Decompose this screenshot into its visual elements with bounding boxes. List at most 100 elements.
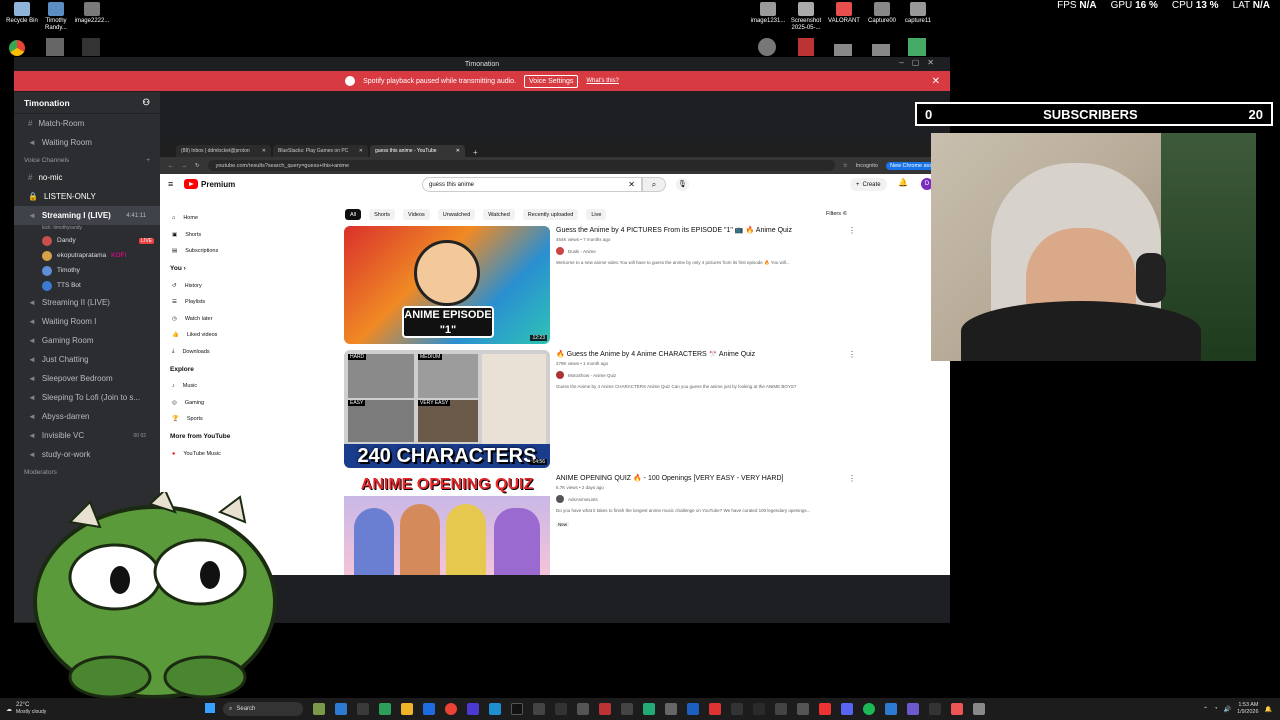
taskbar-app-icon[interactable] [555, 703, 567, 715]
taskbar-app-icon[interactable] [753, 703, 765, 715]
spotify-icon[interactable] [863, 703, 875, 715]
reload-icon[interactable]: ↻ [195, 163, 200, 169]
sidebar-item-youtube-music[interactable]: ● YouTube Music [168, 446, 258, 463]
more-options-icon[interactable]: ⋮ [848, 226, 856, 235]
voice-category[interactable]: Voice Channels + [14, 152, 160, 168]
channel-item[interactable]: ◄ Waiting Room [14, 133, 160, 152]
desktop-app-icon[interactable] [82, 38, 100, 56]
taskbar-app-icon[interactable] [951, 703, 963, 715]
sidebar-item-history[interactable]: ↺ History [168, 278, 258, 295]
channel-item[interactable]: ◄ Invisible VC 00 02 [14, 426, 160, 445]
taskbar-search[interactable]: ⌕ Search [223, 702, 303, 716]
taskbar-app-icon[interactable] [665, 703, 677, 715]
video-result[interactable]: ANIME OPENING QUIZ ANIME OPENING QUIZ 🔥 … [344, 474, 856, 575]
taskbar-app-icon[interactable] [885, 703, 897, 715]
voice-settings-button[interactable]: Voice Settings [524, 74, 579, 88]
chevron-up-icon[interactable]: ⌃ [1203, 706, 1208, 713]
channel-item[interactable]: # no-mic [14, 168, 160, 187]
chrome-icon[interactable] [9, 40, 25, 56]
sidebar-item-watch-later[interactable]: ◷ Watch later [168, 311, 258, 328]
valorant-icon[interactable]: VALORANT [824, 2, 864, 25]
chip-recently-uploaded[interactable]: Recently uploaded [522, 209, 579, 220]
chip-watched[interactable]: Watched [483, 209, 515, 220]
weather-widget[interactable]: ☁ 22°C Mostly cloudy [0, 702, 150, 716]
channel-item[interactable]: ◄ Abyss-darren [14, 407, 160, 426]
taskbar-app-icon[interactable] [907, 703, 919, 715]
desktop-image-icon[interactable] [834, 44, 852, 56]
search-button[interactable]: ⌕ [642, 177, 666, 192]
sidebar-you-header[interactable]: You › [168, 260, 258, 278]
video-thumbnail[interactable]: ANIME EPISODE "1" 12:23 [344, 226, 550, 344]
video-title[interactable]: ANIME OPENING QUIZ 🔥 - 100 Openings [VER… [556, 474, 846, 483]
window-controls[interactable]: –▢✕ [899, 58, 942, 67]
browser-tab[interactable]: BlueStacks: Play Games on PC ✕ [273, 145, 368, 157]
menu-icon[interactable]: ≡ [168, 179, 173, 189]
new-tab-icon[interactable]: + [467, 148, 484, 157]
back-icon[interactable]: ← [168, 163, 174, 169]
taskbar-app-icon[interactable] [643, 703, 655, 715]
tiktok-icon[interactable] [511, 703, 523, 715]
server-header[interactable]: Timonation ⚇ [14, 92, 160, 114]
video-thumbnail[interactable]: HARD MEDIUM EASY VERY EASY 240 CHARACTER… [344, 350, 550, 468]
clock[interactable]: 1:53 AM 1/9/2026 [1237, 702, 1258, 716]
desktop-capture-icon[interactable]: Capture00 [862, 2, 902, 25]
channel-link[interactable]: AdsAnimeLists [556, 495, 846, 503]
desktop-image-icon[interactable] [872, 44, 890, 56]
obs-icon[interactable] [819, 703, 831, 715]
chip-shorts[interactable]: Shorts [369, 209, 396, 220]
video-title[interactable]: Guess the Anime by 4 PICTURES From its E… [556, 226, 846, 235]
channel-link[interactable]: MotoShow - Anime Quiz [556, 371, 846, 379]
notification-icon[interactable]: 🔔 [1265, 706, 1272, 713]
more-options-icon[interactable]: ⋮ [848, 474, 856, 483]
video-result[interactable]: HARD MEDIUM EASY VERY EASY 240 CHARACTER… [344, 350, 856, 468]
desktop-photo-icon[interactable] [46, 38, 64, 56]
voice-user[interactable]: ekoputrapratama KOFI [14, 248, 160, 263]
close-icon[interactable]: ✕ [262, 148, 266, 154]
sidebar-item-gaming[interactable]: ◎ Gaming [168, 395, 258, 412]
taskbar-app-icon[interactable] [467, 703, 479, 715]
sidebar-item-music[interactable]: ♪ Music [168, 378, 258, 395]
bookmark-icon[interactable]: ☆ [843, 163, 848, 169]
create-button[interactable]: + Create [850, 178, 887, 191]
sidebar-item-shorts[interactable]: ▣ Shorts [168, 227, 258, 244]
taskbar-app-icon[interactable] [533, 703, 545, 715]
voice-user[interactable]: Timothy [14, 263, 160, 278]
taskbar-app-icon[interactable] [929, 703, 941, 715]
sidebar-item-home[interactable]: ⌂ Home [168, 210, 258, 227]
voice-user[interactable]: Dandy LIVE [14, 233, 160, 248]
taskbar-app-icon[interactable] [357, 703, 369, 715]
video-result[interactable]: ANIME EPISODE "1" 12:23 Guess the Anime … [344, 226, 856, 344]
taskbar-app-icon[interactable] [599, 703, 611, 715]
volume-icon[interactable]: 🔊 [1224, 706, 1231, 713]
chip-live[interactable]: Live [586, 209, 607, 220]
moderators-category[interactable]: Moderators [14, 464, 160, 480]
telegram-icon[interactable] [489, 703, 501, 715]
desktop-screenshot-icon[interactable]: Screenshot 2025-05-... [786, 2, 826, 32]
browser-tab[interactable]: (88) Inbox | ddmlocket@proton ✕ [176, 145, 271, 157]
folder-icon[interactable] [401, 703, 413, 715]
channel-item[interactable]: ◄ Gaming Room [14, 331, 160, 350]
channel-item[interactable]: 🔒 LISTEN-ONLY [14, 187, 160, 206]
taskbar-app-icon[interactable] [313, 703, 325, 715]
windows-start-icon[interactable] [205, 703, 215, 715]
add-channel-icon[interactable]: + [146, 157, 150, 164]
sidebar-item-liked[interactable]: 👍 Liked videos [168, 327, 258, 344]
add-member-icon[interactable]: ⚇ [142, 97, 150, 108]
filters-button[interactable]: Filters ⚟ [826, 211, 847, 217]
sidebar-item-downloads[interactable]: ⤓ Downloads [168, 344, 258, 361]
taskbar-app-icon[interactable] [687, 703, 699, 715]
chrome-icon[interactable] [445, 703, 457, 715]
more-options-icon[interactable]: ⋮ [848, 350, 856, 359]
chip-videos[interactable]: Videos [403, 209, 430, 220]
voice-search-button[interactable]: 🎙 [676, 178, 689, 191]
channel-item[interactable]: ◄ Waiting Room I [14, 312, 160, 331]
channel-item[interactable]: ◄ Sleeping To Lofi (Join to s... [14, 388, 160, 407]
desktop-app-icon[interactable] [798, 38, 814, 56]
taskbar-app-icon[interactable] [335, 703, 347, 715]
wifi-icon[interactable]: ◔ [1214, 706, 1218, 712]
youtube-logo[interactable]: Premium [184, 179, 235, 189]
desktop-folder-icon[interactable] [758, 38, 776, 56]
close-icon[interactable]: ✕ [932, 76, 940, 87]
desktop-image-icon[interactable] [908, 38, 926, 56]
desktop-file-icon[interactable]: Timothy Randy... [36, 2, 76, 32]
